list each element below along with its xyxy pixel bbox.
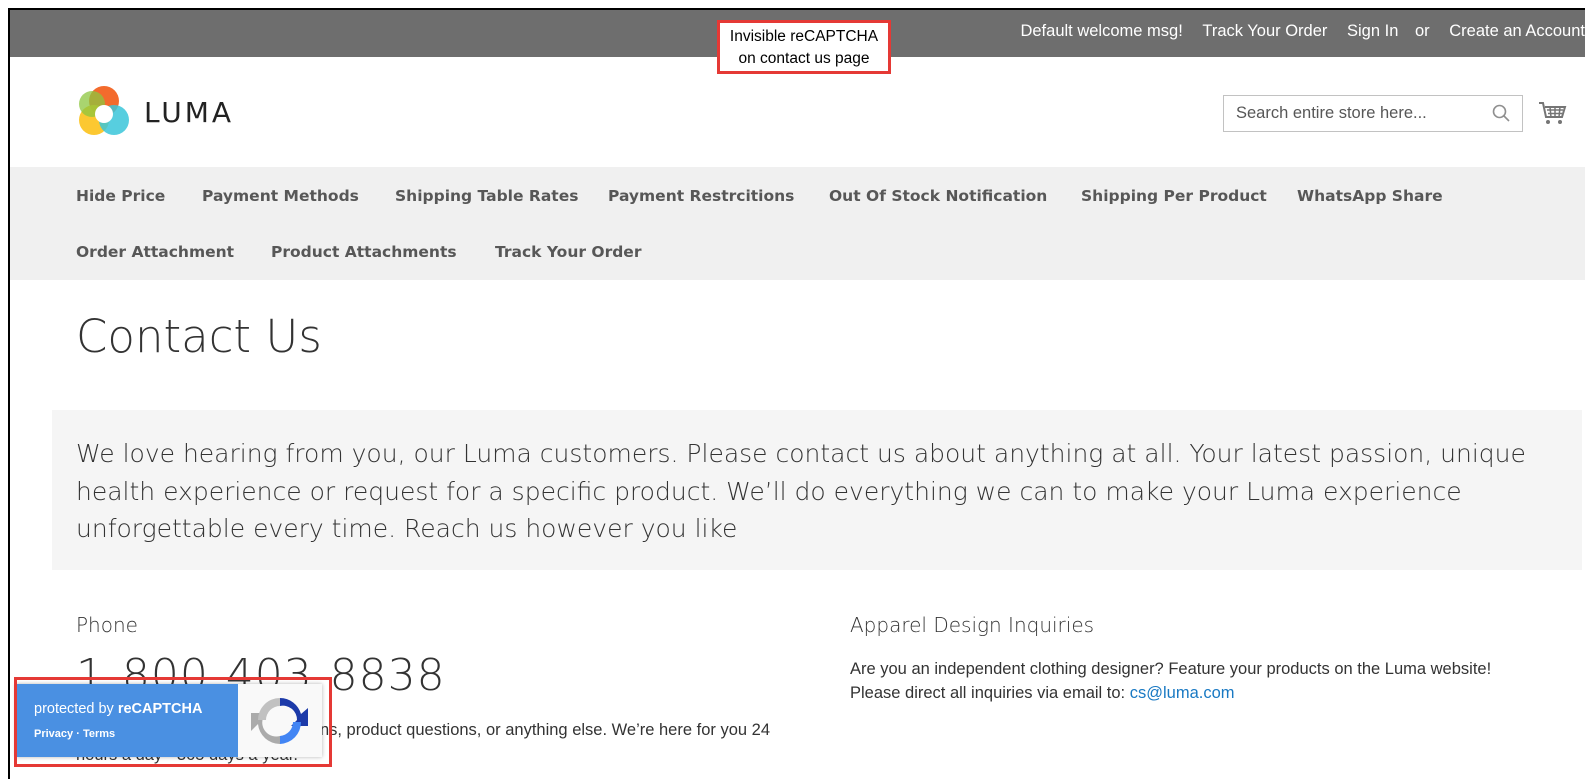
sign-in-link[interactable]: Sign In xyxy=(1347,22,1398,40)
or-text: or xyxy=(1414,22,1430,40)
nav-shipping-per-product[interactable]: Shipping Per Product xyxy=(1081,187,1267,205)
nav-shipping-table-rates[interactable]: Shipping Table Rates xyxy=(395,187,578,205)
nav-track-your-order[interactable]: Track Your Order xyxy=(495,243,641,261)
intro-block: We love hearing from you, our Luma custo… xyxy=(52,410,1582,570)
apparel-desc-prefix: Please direct all inquiries via email to… xyxy=(850,684,1126,702)
apparel-desc-line1: Are you an independent clothing designer… xyxy=(850,660,1492,678)
luma-logo-icon xyxy=(79,86,129,135)
create-account-link[interactable]: Create an Account xyxy=(1449,22,1585,40)
search-input[interactable] xyxy=(1234,96,1488,131)
page-title: Contact Us xyxy=(76,310,322,363)
apparel-desc-line2: Please direct all inquiries via email to… xyxy=(850,681,1550,705)
phone-label: Phone xyxy=(76,613,138,637)
welcome-message: Default welcome msg! xyxy=(1020,22,1183,40)
nav-payment-restrictions[interactable]: Payment Restrcitions xyxy=(608,187,794,205)
callout-line2: on contact us page xyxy=(738,50,870,67)
cart-icon[interactable] xyxy=(1537,98,1567,128)
track-order-link[interactable]: Track Your Order xyxy=(1202,22,1327,40)
search-box[interactable] xyxy=(1223,95,1523,132)
recaptcha-highlight-box xyxy=(14,677,332,767)
apparel-description: Are you an independent clothing designer… xyxy=(850,657,1550,705)
apparel-label: Apparel Design Inquiries xyxy=(850,613,1095,637)
email-link[interactable]: cs@luma.com xyxy=(1130,684,1235,702)
page-frame: Default welcome msg! Track Your Order Si… xyxy=(8,8,1585,779)
annotation-callout: Invisible reCAPTCHA on contact us page xyxy=(717,20,891,74)
nav-product-attachments[interactable]: Product Attachments xyxy=(271,243,457,261)
main-navigation: Hide Price Payment Methods Shipping Tabl… xyxy=(10,167,1585,280)
callout-line1: Invisible reCAPTCHA xyxy=(729,28,879,45)
nav-payment-methods[interactable]: Payment Methods xyxy=(202,187,359,205)
search-icon[interactable] xyxy=(1492,104,1510,122)
nav-hide-price[interactable]: Hide Price xyxy=(76,187,165,205)
nav-out-of-stock-notification[interactable]: Out Of Stock Notification xyxy=(829,187,1047,205)
nav-whatsapp-share[interactable]: WhatsApp Share xyxy=(1297,187,1443,205)
intro-text: We love hearing from you, our Luma custo… xyxy=(76,439,1526,543)
top-links: Default welcome msg! Track Your Order Si… xyxy=(1005,22,1585,41)
nav-order-attachment[interactable]: Order Attachment xyxy=(76,243,234,261)
logo-text: LUMA xyxy=(144,95,235,129)
luma-logo[interactable]: LUMA xyxy=(76,84,234,140)
